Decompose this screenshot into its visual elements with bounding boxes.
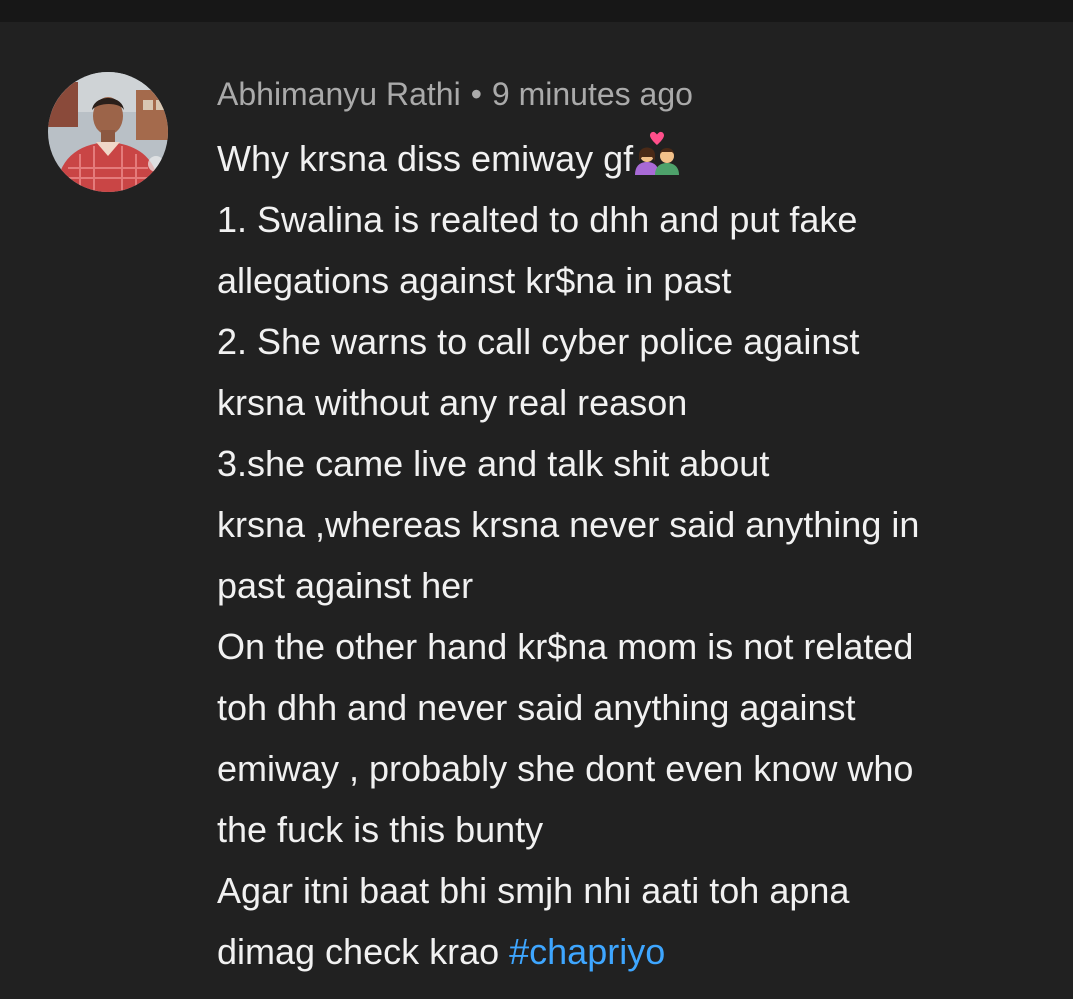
comment-line: emiway , probably she dont even know who: [217, 748, 914, 789]
avatar-image: [48, 72, 168, 192]
comment-line: 1. Swalina is realted to dhh and put fak…: [217, 199, 858, 240]
comment-header: Abhimanyu Rathi • 9 minutes ago: [217, 72, 1057, 116]
comment-line: toh dhh and never said anything against: [217, 687, 856, 728]
comment-line: allegations against kr$na in past: [217, 260, 732, 301]
comment-line: dimag check krao #chapriyo: [217, 921, 1057, 982]
comment-line: Why krsna diss emiway gf: [217, 128, 1057, 189]
timestamp[interactable]: 9 minutes ago: [492, 76, 693, 112]
meta-separator: •: [470, 76, 482, 112]
comment-text: Why krsna diss emiway gf 1. Swalina is r…: [217, 128, 1057, 982]
comment-line: Agar itni baat bhi smjh nhi aati toh apn…: [217, 870, 850, 911]
comment-line-text: dimag check krao: [217, 931, 510, 972]
avatar[interactable]: [48, 72, 168, 192]
comment-line: krsna without any real reason: [217, 382, 688, 423]
comment-line: past against her: [217, 565, 474, 606]
comment-line: krsna ,whereas krsna never said anything…: [217, 504, 920, 545]
comment-line: the fuck is this bunty: [217, 809, 544, 850]
author-name[interactable]: Abhimanyu Rathi: [217, 76, 461, 112]
comment-line-text: Why krsna diss emiway gf: [217, 138, 634, 179]
hashtag-link[interactable]: #chapriyo: [509, 931, 665, 972]
comment-line: On the other hand kr$na mom is not relat…: [217, 626, 914, 667]
couple-with-heart-icon: [635, 131, 680, 175]
comment: Abhimanyu Rathi • 9 minutes ago Why krsna …: [217, 72, 1057, 982]
top-strip: [0, 0, 1073, 22]
comment-line: 3.she came live and talk shit about: [217, 443, 770, 484]
comment-line: 2. She warns to call cyber police agains…: [217, 321, 860, 362]
